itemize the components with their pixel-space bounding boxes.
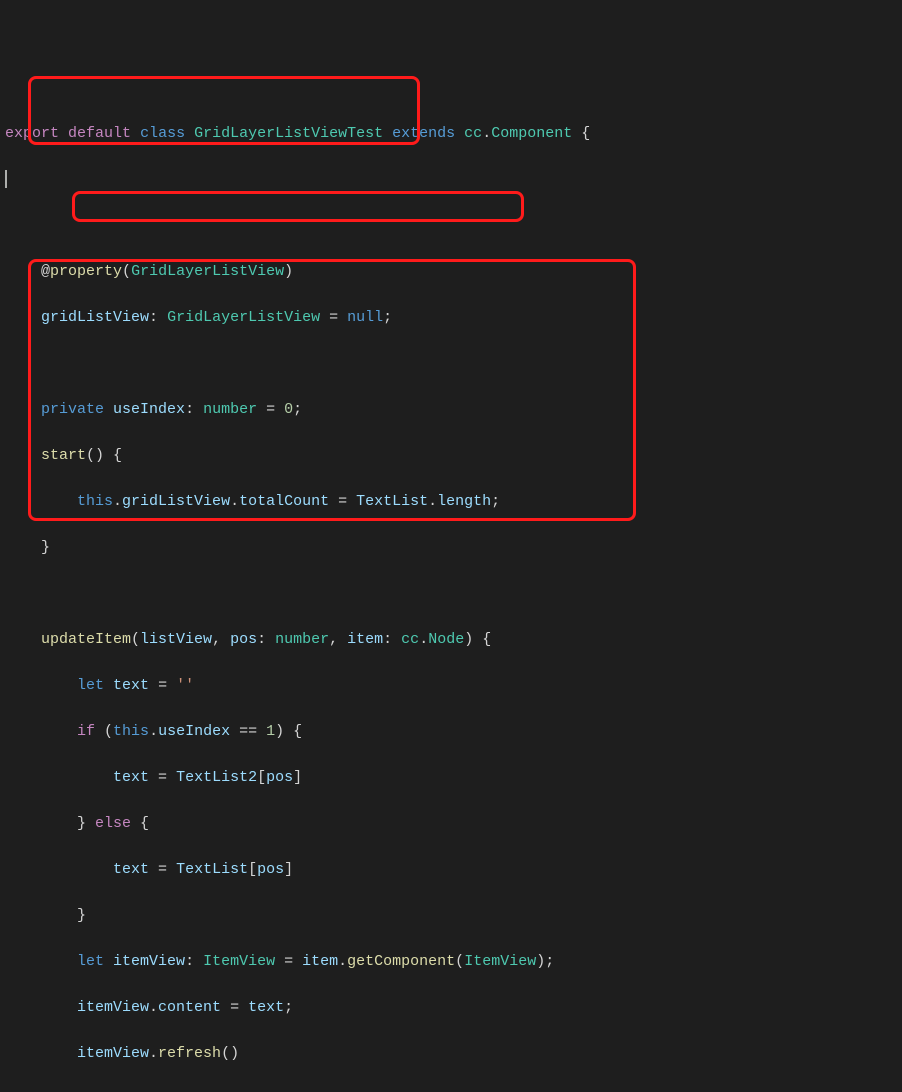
code-line: } else { — [5, 812, 897, 835]
code-line: updateItem(listView, pos: number, item: … — [5, 628, 897, 651]
code-line: start() { — [5, 444, 897, 467]
code-line: let text = '' — [5, 674, 897, 697]
code-line: @property(GridLayerListView) — [5, 260, 897, 283]
code-line: let itemView: ItemView = item.getCompone… — [5, 950, 897, 973]
code-line: export default class GridLayerListViewTe… — [5, 122, 897, 145]
code-line: itemView.refresh() — [5, 1042, 897, 1065]
code-line — [5, 214, 897, 237]
code-line: this.gridListView.totalCount = TextList.… — [5, 490, 897, 513]
code-line: } — [5, 1088, 897, 1092]
code-line: text = TextList[pos] — [5, 858, 897, 881]
code-line — [5, 582, 897, 605]
code-line: gridListView: GridLayerListView = null; — [5, 306, 897, 329]
code-line: itemView.content = text; — [5, 996, 897, 1019]
code-line — [5, 168, 897, 191]
code-line: } — [5, 536, 897, 559]
code-editor[interactable]: export default class GridLayerListViewTe… — [5, 99, 897, 1092]
code-line: if (this.useIndex == 1) { — [5, 720, 897, 743]
code-line — [5, 352, 897, 375]
code-line: text = TextList2[pos] — [5, 766, 897, 789]
code-line: } — [5, 904, 897, 927]
text-cursor — [5, 170, 7, 188]
code-line: private useIndex: number = 0; — [5, 398, 897, 421]
